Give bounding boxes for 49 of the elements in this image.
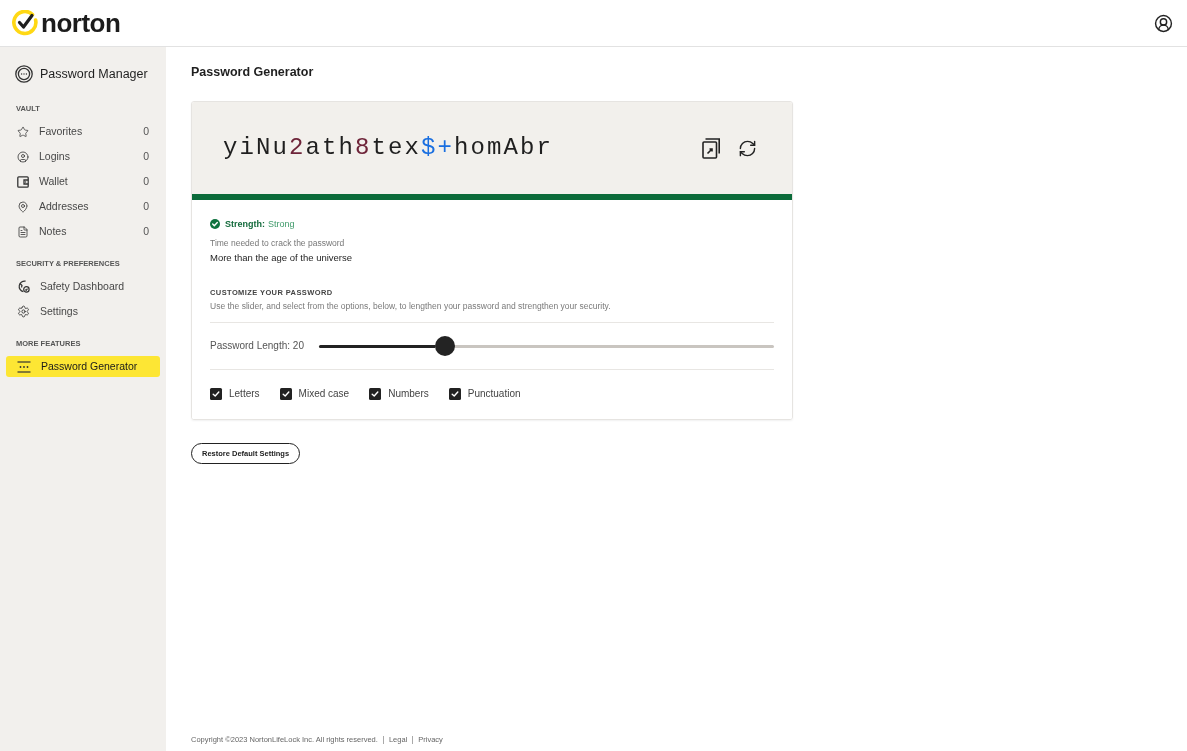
sidebar-title: Password Manager (40, 67, 148, 81)
account-button[interactable] (1154, 13, 1173, 33)
password-text: yiNu 2 ath 8 tex$+homAbr (223, 136, 554, 160)
sidebar-item[interactable]: Notes 0 (6, 221, 160, 242)
account-icon (1154, 13, 1173, 33)
strength-label: Strength: (225, 219, 265, 229)
user-circle-icon (17, 150, 29, 163)
item-count: 0 (143, 201, 149, 212)
item-count: 0 (143, 126, 149, 137)
checkbox-label: Mixed case (298, 389, 350, 399)
item-count: 0 (143, 226, 149, 237)
customize-description: Use the slider, and select from the options, below, to lengthen your password and strengthen your security. (210, 300, 611, 312)
sidebar-item[interactable]: Password Generator (6, 356, 160, 377)
sidebar-item[interactable]: Addresses 0 (6, 196, 160, 217)
checkbox[interactable] (448, 388, 461, 400)
item-count: 0 (143, 151, 149, 162)
dots-ring-icon (15, 65, 33, 83)
sidebar-item[interactable]: Safety Dashboard (6, 276, 160, 297)
crack-time-value: More than the age of the universe (210, 251, 353, 265)
item-count: 0 (143, 176, 149, 187)
sidebar-item[interactable]: Logins 0 (6, 146, 160, 167)
checkbox[interactable] (210, 388, 222, 400)
password-dots-icon (17, 360, 31, 373)
check-circle-icon (210, 219, 220, 229)
refresh-button[interactable] (738, 138, 757, 158)
sidebar-item[interactable]: Favorites 0 (6, 121, 160, 142)
checkbox-label: Letters (229, 389, 260, 399)
slider-thumb[interactable] (435, 336, 456, 356)
checkbox[interactable] (279, 388, 292, 400)
wallet-icon (17, 175, 29, 188)
check-circle-icon (12, 10, 38, 36)
sidebar-item[interactable]: Settings (6, 301, 160, 322)
refresh-icon (738, 138, 757, 158)
checkbox-label: Punctuation (467, 389, 521, 399)
circle-badge-icon (17, 280, 30, 293)
document-icon (17, 225, 29, 238)
checkbox-label: Numbers (388, 389, 429, 399)
strength-value: Strong (268, 219, 295, 229)
logo-wordmark: norton (41, 10, 121, 36)
sidebar-item[interactable]: Wallet 0 (6, 171, 160, 192)
checkbox[interactable] (369, 388, 382, 400)
page-title: Password Generator (191, 64, 314, 81)
crack-time-label: Time needed to crack the password (210, 237, 345, 249)
copy-button[interactable] (702, 137, 721, 159)
settings-icon (17, 305, 30, 318)
length-label: Password Length: 20 (210, 341, 305, 351)
copy-icon (702, 137, 721, 159)
star-icon (17, 125, 29, 138)
map-pin-icon (17, 200, 29, 213)
